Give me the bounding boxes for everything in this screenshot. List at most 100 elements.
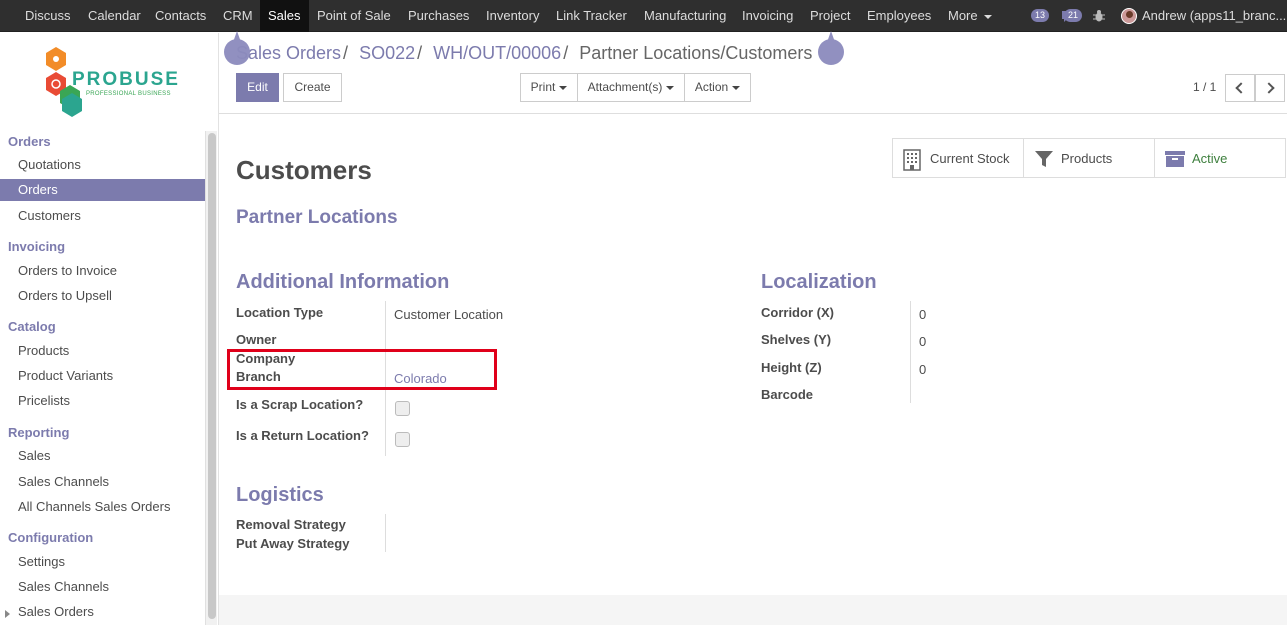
app-project[interactable]: Project xyxy=(810,0,850,32)
more-menu[interactable]: More xyxy=(948,0,992,32)
active-toggle-button[interactable]: Active xyxy=(1154,138,1286,178)
app-contacts[interactable]: Contacts xyxy=(155,0,206,32)
user-avatar[interactable] xyxy=(1121,8,1137,24)
app-point-of-sale[interactable]: Point of Sale xyxy=(317,0,391,32)
products-label: Products xyxy=(1061,151,1113,166)
products-button[interactable]: Products xyxy=(1023,138,1155,178)
highlight-box xyxy=(227,349,497,390)
breadcrumb-picking[interactable]: WH/OUT/00006 xyxy=(433,43,561,63)
app-invoicing[interactable]: Invoicing xyxy=(742,0,793,32)
additional-info-title: Additional Information xyxy=(236,271,450,293)
activity-badge[interactable]: 13 xyxy=(1031,9,1050,22)
localization-title: Localization xyxy=(761,271,877,293)
user-menu[interactable]: Andrew (apps11_branc... xyxy=(1142,0,1286,32)
menu-report-sales-channels[interactable]: Sales Channels xyxy=(0,471,205,493)
breadcrumb: Sales Orders / SO022/ WH/OUT/00006/ Partn… xyxy=(236,43,812,64)
section-invoicing[interactable]: Invoicing xyxy=(8,239,65,254)
edit-button[interactable]: Edit xyxy=(236,73,279,102)
print-button[interactable]: Print xyxy=(520,73,578,102)
breadcrumb-separator: / xyxy=(343,43,349,63)
form-footer-area xyxy=(219,595,1287,625)
chevron-down-icon xyxy=(983,14,992,19)
put-away-strategy-label: Put Away Strategy xyxy=(236,536,350,551)
height-value: 0 xyxy=(919,362,927,377)
height-label: Height (Z) xyxy=(761,360,822,375)
shelves-value: 0 xyxy=(919,334,927,349)
pager-previous-button[interactable] xyxy=(1225,74,1255,102)
breadcrumb-separator: / xyxy=(563,43,569,63)
message-badge[interactable]: 21 xyxy=(1064,9,1083,22)
building-icon xyxy=(903,149,921,171)
menu-settings[interactable]: Settings xyxy=(0,551,205,573)
create-button[interactable]: Create xyxy=(283,73,342,102)
sidebar-scrollbar[interactable] xyxy=(205,131,217,625)
chevron-left-icon xyxy=(1235,82,1247,94)
breadcrumb-sales-orders[interactable]: Sales Orders xyxy=(236,43,341,63)
menu-products[interactable]: Products xyxy=(0,340,205,362)
action-button[interactable]: Action xyxy=(684,73,751,102)
expand-arrow-icon[interactable] xyxy=(5,610,10,618)
attachments-button[interactable]: Attachment(s) xyxy=(577,73,685,102)
app-discuss[interactable]: Discuss xyxy=(25,0,71,32)
logistics-title: Logistics xyxy=(236,484,324,506)
section-catalog[interactable]: Catalog xyxy=(8,319,56,334)
app-crm[interactable]: CRM xyxy=(223,0,253,32)
removal-strategy-label: Removal Strategy xyxy=(236,517,346,532)
return-location-checkbox[interactable] xyxy=(395,432,410,447)
menu-orders-to-invoice[interactable]: Orders to Invoice xyxy=(0,260,205,282)
section-reporting[interactable]: Reporting xyxy=(8,425,69,440)
app-calendar[interactable]: Calendar xyxy=(88,0,141,32)
print-label: Print xyxy=(530,80,556,94)
app-inventory[interactable]: Inventory xyxy=(486,0,539,32)
menu-customers[interactable]: Customers xyxy=(0,205,205,227)
scrap-location-label: Is a Scrap Location? xyxy=(236,397,364,412)
menu-orders[interactable]: Orders xyxy=(0,179,205,201)
app-purchases[interactable]: Purchases xyxy=(408,0,469,32)
breadcrumb-current: Partner Locations/Customers xyxy=(579,43,813,63)
sidebar: PROBUSE PROFESSIONAL BUSINESS Orders Quo… xyxy=(0,33,219,625)
pager-value[interactable]: 1 / 1 xyxy=(1193,80,1216,94)
chevron-down-icon xyxy=(732,85,741,90)
menu-config-sales-orders[interactable]: Sales Orders xyxy=(0,601,205,623)
barcode-label: Barcode xyxy=(761,387,814,402)
record-title: Customers xyxy=(236,155,372,185)
chevron-right-icon xyxy=(1263,82,1275,94)
owner-label: Owner xyxy=(236,332,277,347)
menu-quotations[interactable]: Quotations xyxy=(0,154,205,176)
breadcrumb-so022[interactable]: SO022 xyxy=(359,43,415,63)
control-panel-divider xyxy=(219,113,1287,114)
menu-product-variants[interactable]: Product Variants xyxy=(0,365,205,387)
current-stock-button[interactable]: Current Stock xyxy=(892,138,1024,178)
bug-icon[interactable] xyxy=(1093,9,1105,23)
field-divider xyxy=(385,514,386,552)
pager-next-button[interactable] xyxy=(1255,74,1285,102)
breadcrumb-separator: / xyxy=(417,43,423,63)
app-sales[interactable]: Sales xyxy=(260,0,309,32)
more-label: More xyxy=(948,8,978,23)
corridor-value: 0 xyxy=(919,307,927,322)
app-link-tracker[interactable]: Link Tracker xyxy=(556,0,627,32)
logo-tagline: PROFESSIONAL BUSINESS xyxy=(86,91,171,97)
filter-icon xyxy=(1035,151,1053,167)
menu-report-sales[interactable]: Sales xyxy=(0,445,205,467)
chevron-down-icon xyxy=(559,85,568,90)
menu-orders-to-upsell[interactable]: Orders to Upsell xyxy=(0,285,205,307)
section-orders[interactable]: Orders xyxy=(8,134,51,149)
archive-icon xyxy=(1165,151,1185,167)
top-navbar: Discuss Calendar Contacts CRM Sales Poin… xyxy=(0,0,1287,32)
menu-pricelists[interactable]: Pricelists xyxy=(0,390,205,412)
menu-all-channels-sales-orders[interactable]: All Channels Sales Orders xyxy=(0,496,205,518)
app-manufacturing[interactable]: Manufacturing xyxy=(644,0,726,32)
scrollbar-thumb[interactable] xyxy=(208,133,216,619)
company-logo[interactable]: PROBUSE PROFESSIONAL BUSINESS xyxy=(42,45,182,121)
active-label: Active xyxy=(1192,151,1228,166)
location-type-label: Location Type xyxy=(236,305,324,320)
menu-config-sales-channels[interactable]: Sales Channels xyxy=(0,576,205,598)
app-employees[interactable]: Employees xyxy=(867,0,931,32)
current-stock-label: Current Stock xyxy=(930,151,1010,166)
chevron-down-icon xyxy=(666,85,675,90)
field-divider xyxy=(910,301,911,403)
section-configuration[interactable]: Configuration xyxy=(8,530,93,545)
scrap-location-checkbox[interactable] xyxy=(395,401,410,416)
record-subtitle[interactable]: Partner Locations xyxy=(236,207,398,229)
